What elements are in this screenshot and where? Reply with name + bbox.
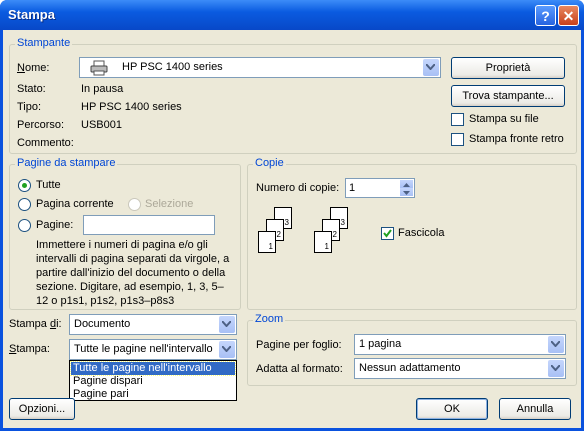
type-label: Tipo:	[17, 101, 42, 113]
pages-per-sheet-label: Pagine per foglio:	[256, 339, 342, 351]
print-to-file-checkbox[interactable]	[451, 113, 464, 126]
selection-radio[interactable]	[128, 198, 141, 211]
chevron-down-icon[interactable]	[219, 316, 235, 333]
chevron-down-icon[interactable]	[423, 59, 439, 76]
print-dropdown-list: Tutte le pagine nell'intervallo Pagine d…	[69, 360, 237, 401]
page-icon: 1	[314, 231, 332, 253]
duplex-checkbox[interactable]	[451, 133, 464, 146]
page-range-group: Pagine da stampare Tutte Pagina corrente…	[9, 157, 241, 310]
printer-name-value: HP PSC 1400 series	[122, 61, 223, 73]
copies-group: Copie Numero di copie: 1 3 2 1 3 2 1 Fas…	[247, 157, 577, 310]
print-what-value: Documento	[74, 318, 131, 330]
dialog-title: Stampa	[8, 7, 55, 22]
pages-radio[interactable]	[18, 219, 31, 232]
page-number: 3	[340, 218, 345, 227]
properties-button-label: Proprietà	[485, 62, 531, 74]
print-to-file-label[interactable]: Stampa su file	[469, 113, 539, 125]
copies-count-label: Numero di copie:	[256, 182, 340, 194]
copies-count-value: 1	[349, 182, 356, 194]
page-number: 1	[268, 242, 273, 251]
dropdown-option[interactable]: Tutte le pagine nell'intervallo	[70, 361, 236, 376]
printer-icon	[90, 60, 108, 79]
status-label: Stato:	[17, 83, 46, 95]
close-button[interactable]: ✕	[558, 5, 579, 26]
pages-input[interactable]	[83, 215, 215, 235]
zoom-group-label: Zoom	[253, 313, 286, 325]
zoom-group: Zoom Pagine per foglio: 1 pagina Adatta …	[247, 313, 577, 386]
chevron-down-icon[interactable]	[548, 336, 564, 353]
dropdown-option[interactable]: Pagine pari	[71, 388, 129, 401]
path-label: Percorso:	[17, 119, 65, 131]
scale-to-paper-value: Nessun adattamento	[359, 362, 461, 374]
ok-button-label: OK	[444, 403, 460, 415]
find-printer-button-label: Trova stampante...	[462, 90, 554, 102]
page-icon: 1	[258, 231, 276, 253]
path-value: USB001	[81, 119, 122, 131]
copies-spinner[interactable]: 1	[345, 178, 415, 198]
radio-selected-dot	[22, 183, 27, 188]
print-combo[interactable]: Tutte le pagine nell'intervallo	[69, 339, 237, 360]
all-pages-label[interactable]: Tutte	[36, 179, 61, 191]
print-what-combo[interactable]: Documento	[69, 314, 237, 335]
status-value: In pausa	[81, 83, 124, 95]
printer-name-label: Nome:	[17, 62, 50, 74]
checkmark-icon	[383, 229, 392, 238]
page-range-help-text: Immettere i numeri di pagina e/o gli int…	[36, 239, 230, 307]
collate-label[interactable]: Fascicola	[398, 227, 444, 239]
duplex-label[interactable]: Stampa fronte retro	[469, 133, 564, 145]
print-dialog: Stampa ? ✕ Stampante Nome: HP PSC 1400 s…	[0, 0, 584, 431]
title-bar[interactable]: Stampa ? ✕	[0, 0, 584, 30]
dialog-body: Stampante Nome: HP PSC 1400 series Stato…	[3, 30, 581, 428]
all-pages-radio[interactable]	[18, 179, 31, 192]
print-value: Tutte le pagine nell'intervallo	[74, 343, 213, 355]
selection-label[interactable]: Selezione	[145, 198, 193, 210]
type-value: HP PSC 1400 series	[81, 101, 182, 113]
scale-to-paper-label: Adatta al formato:	[256, 363, 343, 375]
copies-group-label: Copie	[253, 157, 286, 169]
current-page-label[interactable]: Pagina corrente	[36, 198, 114, 210]
spin-down-icon[interactable]	[400, 188, 413, 196]
pages-per-sheet-combo[interactable]: 1 pagina	[354, 334, 566, 355]
properties-button[interactable]: Proprietà	[451, 57, 565, 79]
spin-up-icon[interactable]	[400, 180, 413, 188]
page-number: 2	[276, 230, 281, 239]
dropdown-option[interactable]: Pagine dispari	[71, 375, 143, 388]
printer-group-label: Stampante	[15, 37, 73, 49]
chevron-down-icon[interactable]	[219, 341, 235, 358]
page-range-group-label: Pagine da stampare	[15, 157, 118, 169]
cancel-button-label: Annulla	[516, 403, 554, 415]
find-printer-button[interactable]: Trova stampante...	[451, 85, 565, 107]
help-button[interactable]: ?	[535, 5, 556, 26]
current-page-radio[interactable]	[18, 198, 31, 211]
pages-label[interactable]: Pagine:	[36, 219, 73, 231]
pages-per-sheet-value: 1 pagina	[359, 338, 402, 350]
options-button-label: Opzioni...	[18, 403, 66, 415]
collate-checkbox[interactable]	[381, 227, 394, 240]
printer-group: Stampante Nome: HP PSC 1400 series Stato…	[9, 37, 577, 154]
print-what-label: Stampa di:	[9, 318, 62, 330]
options-button[interactable]: Opzioni...	[9, 398, 75, 420]
page-number: 3	[284, 218, 289, 227]
page-number: 1	[324, 242, 329, 251]
printer-name-combo[interactable]: HP PSC 1400 series	[79, 57, 441, 78]
print-label: Stampa:	[9, 343, 50, 355]
ok-button[interactable]: OK	[416, 398, 488, 420]
scale-to-paper-combo[interactable]: Nessun adattamento	[354, 358, 566, 379]
comment-label: Commento:	[17, 137, 74, 149]
page-number: 2	[332, 230, 337, 239]
chevron-down-icon[interactable]	[548, 360, 564, 377]
cancel-button[interactable]: Annulla	[499, 398, 571, 420]
